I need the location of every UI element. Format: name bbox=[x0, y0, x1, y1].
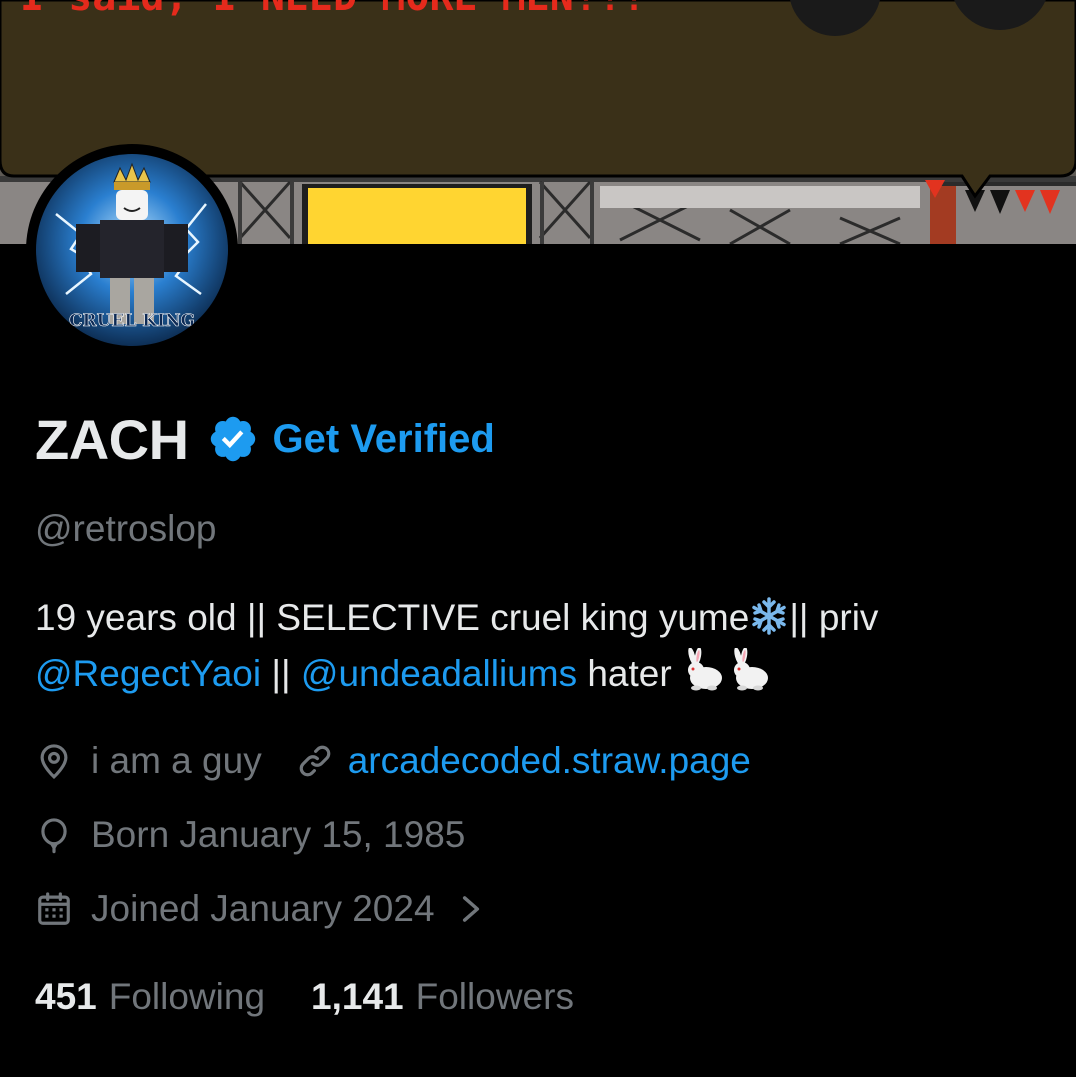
bio: 19 years old || SELECTIVE cruel king yum… bbox=[35, 590, 1045, 702]
meta-joined-row[interactable]: Joined January 2024 bbox=[35, 888, 485, 930]
rabbit-emoji-icon bbox=[687, 648, 722, 691]
display-name: ZACH bbox=[35, 407, 189, 471]
link-icon bbox=[299, 745, 330, 777]
mention-link-1[interactable]: @RegectYaoi bbox=[35, 653, 261, 694]
following-link[interactable]: 451 Following bbox=[35, 976, 265, 1018]
location-pin-icon bbox=[40, 744, 68, 779]
website-link[interactable]: arcadecoded.straw.page bbox=[348, 740, 751, 782]
avatar-image: CRUEL KING bbox=[36, 154, 228, 346]
following-count: 451 bbox=[35, 976, 97, 1017]
avatar-caption: CRUEL KING bbox=[69, 311, 195, 331]
name-row: ZACH Get Verified bbox=[35, 404, 495, 474]
following-label: Following bbox=[108, 976, 266, 1017]
follow-stats: 451 Following 1,141 Followers bbox=[35, 976, 574, 1018]
followers-label: Followers bbox=[415, 976, 574, 1017]
rabbit-emoji-icon bbox=[733, 648, 768, 691]
snowflake-emoji-icon bbox=[752, 597, 787, 635]
mention-link-2[interactable]: @undeadalliums bbox=[301, 653, 577, 694]
avatar[interactable]: CRUEL KING bbox=[26, 144, 238, 356]
joined-text: Joined January 2024 bbox=[91, 888, 435, 929]
bio-tail: hater bbox=[577, 653, 672, 694]
bio-text: 19 years old || SELECTIVE cruel king yum… bbox=[35, 597, 750, 638]
user-handle: @retroslop bbox=[35, 508, 217, 549]
followers-count: 1,141 bbox=[311, 976, 404, 1017]
followers-link[interactable]: 1,141 Followers bbox=[311, 976, 574, 1018]
calendar-icon bbox=[38, 892, 70, 925]
meta-birthday-row: Born January 15, 1985 bbox=[35, 814, 465, 856]
bio-separator: || bbox=[261, 653, 301, 694]
get-verified-link[interactable]: Get Verified bbox=[273, 417, 495, 462]
bio-line-2: @RegectYaoi || @undeadalliums hater bbox=[35, 646, 1045, 702]
bio-line-1: 19 years old || SELECTIVE cruel king yum… bbox=[35, 590, 1045, 646]
meta-location-row: i am a guy arcadecoded.straw.page bbox=[35, 740, 751, 782]
birthday-text: Born January 15, 1985 bbox=[91, 814, 466, 855]
banner-caption: I said, I NEED MORE MEN!!! bbox=[20, 0, 646, 20]
bio-text-tail: || priv bbox=[789, 597, 879, 638]
chevron-right-icon[interactable] bbox=[457, 890, 485, 928]
verified-badge-icon[interactable] bbox=[207, 413, 259, 465]
balloon-icon bbox=[41, 818, 67, 854]
location-text: i am a guy bbox=[91, 740, 262, 781]
